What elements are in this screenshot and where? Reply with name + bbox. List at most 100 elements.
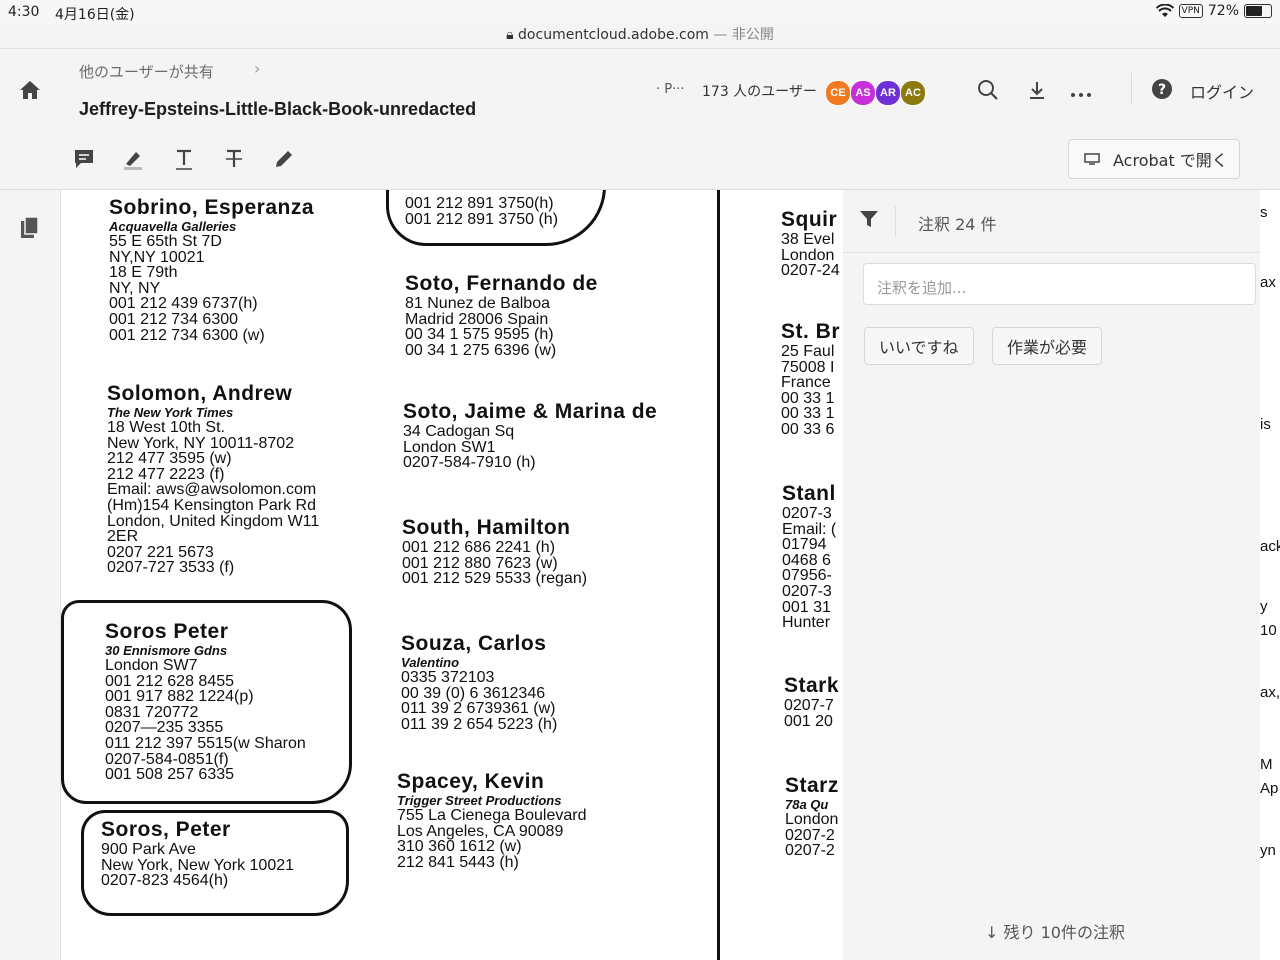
text-underline-icon[interactable] <box>172 147 196 171</box>
contact-entry: Sobrino, Esperanza Acquavella Galleries 55… <box>109 196 314 343</box>
cropped-text: ax,c <box>1260 684 1280 701</box>
needs-action-button[interactable]: 作業が必要 <box>992 327 1103 365</box>
contact-line: 00 34 1 575 9595 (h) <box>405 326 554 344</box>
contact-line: 0207-2 <box>785 842 835 860</box>
contact-line: 001 917 882 1224(p) <box>105 688 254 706</box>
contact-name: Souza, Carlos <box>401 632 547 655</box>
url-suffix: — 非公開 <box>708 27 774 43</box>
contact-name: Stanl <box>782 482 836 505</box>
contact-entry: Souza, Carlos Valentino 0335 372103 00 39 (… <box>401 632 557 732</box>
contact-line: New York, New York 10021 <box>101 856 295 874</box>
contact-line: 0207-584-7910 (h) <box>403 454 536 472</box>
contact-line: 00 33 1 <box>781 389 835 407</box>
home-icon[interactable] <box>18 79 42 101</box>
contact-name: Soros Peter <box>105 620 229 643</box>
contact-line: 0207—235 3355 <box>105 719 224 737</box>
cropped-text: 10 <box>1260 622 1277 639</box>
open-in-acrobat-button[interactable]: Acrobat で開く <box>1068 139 1240 179</box>
download-icon[interactable] <box>1024 77 1050 103</box>
lock-icon: 🔒︎ <box>506 27 514 43</box>
like-button[interactable]: いいですね <box>864 327 974 365</box>
cropped-text: is <box>1260 416 1271 433</box>
contact-line: London SW1 <box>403 438 496 456</box>
avatar[interactable]: CE <box>825 80 851 106</box>
contact-line: London <box>785 811 839 828</box>
contact-company: Valentino <box>401 655 460 670</box>
contact-name: Stark <box>784 674 840 697</box>
contact-line: 00 33 1 <box>781 405 835 423</box>
pages-icon[interactable] <box>19 216 41 240</box>
contact-line: 0207-727 3533 (f) <box>107 559 235 577</box>
contact-line: 00 39 (0) 6 3612346 <box>401 684 546 702</box>
chevron-right-icon: › <box>254 59 261 78</box>
panel-divider <box>895 206 896 236</box>
avatar[interactable]: AS <box>850 80 876 106</box>
draw-pencil-icon[interactable] <box>272 147 296 171</box>
contact-entry: Stark 0207-7 001 20 <box>784 674 839 729</box>
monitor-icon <box>1084 153 1100 165</box>
remaining-comments-link[interactable]: ↓ 残り 10件の注釈 <box>985 919 1125 943</box>
annotation-toolbar: Acrobat で開く <box>0 129 1280 190</box>
header-divider <box>1131 73 1132 105</box>
contact-line: 01794 <box>782 536 827 554</box>
contact-company: 30 Ennismore Gdns <box>105 643 228 658</box>
contact-line: 001 20 <box>784 712 833 730</box>
left-rail <box>0 190 61 960</box>
contact-line: 18 E 79th <box>109 264 178 282</box>
contact-line: 755 La Cienega Boulevard <box>397 807 587 824</box>
comment-icon[interactable] <box>72 147 96 171</box>
contact-name: Starz <box>785 774 839 797</box>
comments-panel: 注釈 24 件 注釈を追加... いいですね 作業が必要 ↓ 残り 10件の注釈 <box>843 190 1260 960</box>
more-options-icon[interactable] <box>1068 77 1094 103</box>
contact-line: NY,NY 10021 <box>109 248 205 266</box>
document-page[interactable]: Sobrino, Esperanza Acquavella Galleries 55… <box>61 190 843 960</box>
arrow-down-icon: ↓ <box>985 923 1004 942</box>
contact-line: 310 360 1612 (w) <box>397 838 522 856</box>
avatar-group[interactable]: CE AS AR AC <box>825 80 926 106</box>
avatar[interactable]: AR <box>875 80 901 106</box>
login-button[interactable]: ログイン <box>1190 79 1254 103</box>
contact-line: London, United Kingdom W11 <box>107 512 320 530</box>
contact-entry: Soto, Jaime & Marina de 34 Cadogan Sq Lond… <box>403 400 657 471</box>
address-bar[interactable]: 🔒︎ documentcloud.adobe.com — 非公開 <box>0 24 1280 44</box>
contact-line: 001 212 628 8455 <box>105 672 235 690</box>
help-icon[interactable]: ? <box>1150 77 1176 103</box>
contact-name: Solomon, Andrew <box>107 382 293 405</box>
contact-line: 0207-584-0851(f) <box>105 750 229 768</box>
contact-line: 011 39 2 654 5223 (h) <box>401 715 558 733</box>
wifi-icon <box>1155 4 1174 17</box>
share-owner[interactable]: · P··· <box>656 82 685 97</box>
svg-text:?: ? <box>1158 82 1166 98</box>
contact-line: Los Angeles, CA 90089 <box>397 822 564 840</box>
contact-line: London SW7 <box>105 657 198 674</box>
contact-line: 0207 221 5673 <box>107 543 214 561</box>
contact-entry: St. Br 25 Faul 75008 I France 00 33 1 00 33 1… <box>781 320 840 438</box>
filter-icon[interactable] <box>858 208 880 230</box>
avatar[interactable]: AC <box>900 80 926 106</box>
contact-entry: Stanl 0207-3 Email: (01794 0468 6 07956- 020… <box>782 482 836 631</box>
contact-company: 78a Qu <box>785 797 829 812</box>
contact-line: 0207-823 4564(h) <box>101 872 229 890</box>
strikethrough-icon[interactable] <box>222 147 246 171</box>
contact-entry: Spacey, Kevin Trigger Street Productions 7… <box>397 770 586 870</box>
search-icon[interactable] <box>975 77 1001 103</box>
contact-line: 07956- <box>782 567 832 585</box>
breadcrumb[interactable]: 他のユーザーが共有 <box>79 61 214 82</box>
contact-company: The New York Times <box>107 405 234 420</box>
status-indicators: VPN 72% <box>1155 3 1272 19</box>
contact-line: Madrid 28006 Spain <box>405 310 549 328</box>
contact-line: 55 E 65th St 7D <box>109 233 222 250</box>
add-comment-input[interactable]: 注釈を追加... <box>863 263 1256 305</box>
contact-line: 001 212 734 6300 (w) <box>109 326 265 344</box>
contact-line: Email: aws@awsolomon.com <box>107 481 317 499</box>
contact-line: 34 Cadogan Sq <box>403 423 515 440</box>
highlight-icon[interactable] <box>121 147 145 171</box>
battery-percent: 72% <box>1207 3 1239 19</box>
contact-line: 212 477 2223 (f) <box>107 465 225 483</box>
contact-entry: Squir 38 Evel London 0207-24 <box>781 208 840 279</box>
share-count[interactable]: 173 人のユーザー <box>702 81 817 101</box>
contact-line: 001 212 891 3750 (h) <box>405 210 559 228</box>
contact-line: France <box>781 374 831 392</box>
cropped-text: s <box>1260 204 1268 221</box>
comment-count: 注釈 24 件 <box>918 215 997 234</box>
